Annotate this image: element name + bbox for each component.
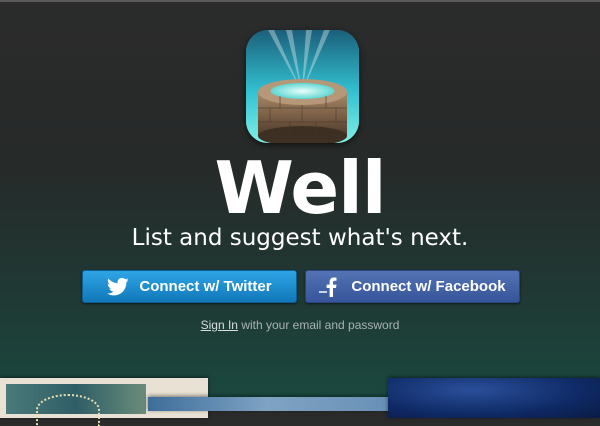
connect-facebook-label: Connect w/ Facebook [351,278,506,295]
connect-facebook-button[interactable]: Connect w/ Facebook [305,270,520,303]
signin-link[interactable]: Sign In [201,318,238,332]
signin-suffix: with your email and password [241,318,400,332]
facebook-f-icon [319,277,341,297]
connect-twitter-label: Connect w/ Twitter [139,278,272,295]
top-border [0,0,600,2]
connect-twitter-button[interactable]: Connect w/ Twitter [82,270,297,303]
app-title: Well [214,146,386,230]
twitter-bird-icon [107,277,130,297]
preview-thumbnail-3 [388,378,600,418]
signin-line: Sign In with your email and password [0,318,600,332]
app-tagline: List and suggest what's next. [131,225,469,251]
well-app-icon [246,30,359,143]
